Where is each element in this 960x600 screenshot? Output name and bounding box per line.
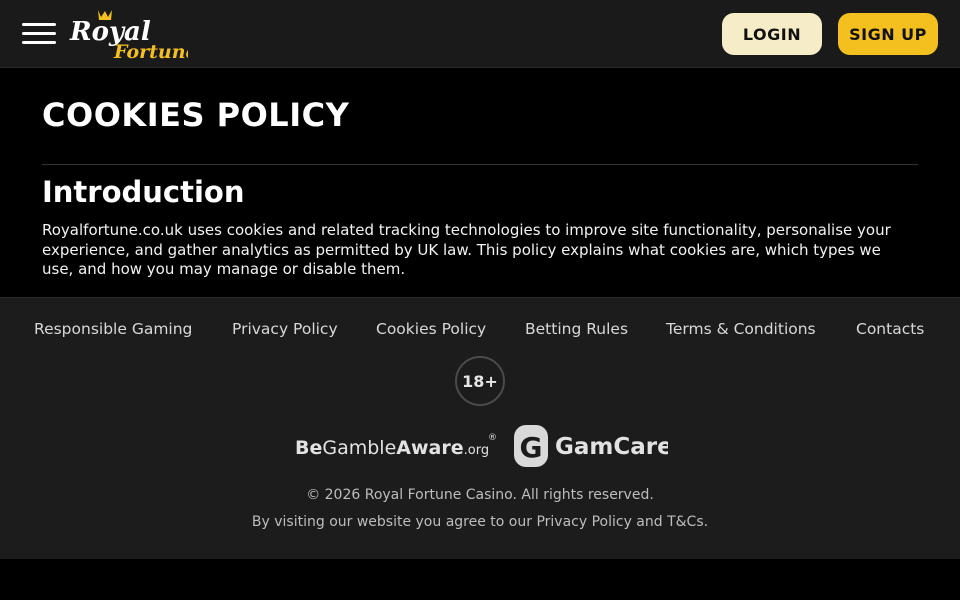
bga-org-text: .org	[464, 443, 489, 458]
logo-graphic: Royal Fortune	[69, 10, 198, 63]
age-badge-text: 18+	[462, 371, 498, 391]
section-title: Introduction	[42, 175, 245, 209]
begambleaware-logo[interactable]: BeGambleAware.org ®	[295, 430, 500, 460]
footer-link-terms-conditions[interactable]: Terms & Conditions	[666, 320, 816, 338]
bga-gamble-text: Gamble	[322, 437, 396, 459]
footer-link-betting-rules[interactable]: Betting Rules	[525, 320, 628, 338]
section-body: Royalfortune.co.uk uses cookies and rela…	[42, 221, 891, 278]
bga-registered-mark: ®	[488, 433, 497, 443]
footer-link-contacts[interactable]: Contacts	[856, 320, 924, 338]
agreement-text: By visiting our website you agree to our…	[251, 514, 709, 530]
signup-button[interactable]: SIGN UP	[838, 13, 938, 55]
footer-link-privacy-policy[interactable]: Privacy Policy	[232, 320, 338, 338]
main-content: COOKIES POLICY Introduction Royalfortune…	[0, 69, 960, 297]
bga-aware-text: Aware	[396, 437, 463, 459]
hamburger-icon[interactable]	[22, 23, 56, 45]
page-title: COOKIES POLICY	[42, 96, 350, 134]
begambleaware-graphic: BeGambleAware.org ®	[295, 433, 497, 459]
gamcare-letter: G	[520, 431, 543, 464]
age-18-badge: 18+	[455, 356, 505, 406]
title-divider	[42, 164, 918, 165]
copyright-text: © 2026 Royal Fortune Casino. All rights …	[306, 487, 654, 503]
gamcare-graphic: G GamCare	[514, 425, 673, 467]
gamcare-name-text: GamCare	[555, 434, 668, 460]
bottom-strip	[0, 559, 960, 600]
footer-nav: Responsible Gaming Privacy Policy Cookie…	[0, 320, 960, 342]
site-header: Royal Fortune LOGIN SIGN UP	[0, 0, 960, 68]
logo-fortune-text: Fortune	[113, 41, 188, 62]
footer-link-cookies-policy[interactable]: Cookies Policy	[376, 320, 486, 338]
gamcare-logo[interactable]: G GamCare	[513, 423, 673, 469]
site-footer: Responsible Gaming Privacy Policy Cookie…	[0, 297, 960, 559]
svg-text:BeGambleAware.org: BeGambleAware.org	[295, 437, 489, 459]
footer-link-responsible-gaming[interactable]: Responsible Gaming	[34, 320, 192, 338]
bga-be-text: Be	[295, 437, 322, 459]
login-button[interactable]: LOGIN	[722, 13, 822, 55]
royal-fortune-logo[interactable]: Royal Fortune	[68, 8, 198, 63]
